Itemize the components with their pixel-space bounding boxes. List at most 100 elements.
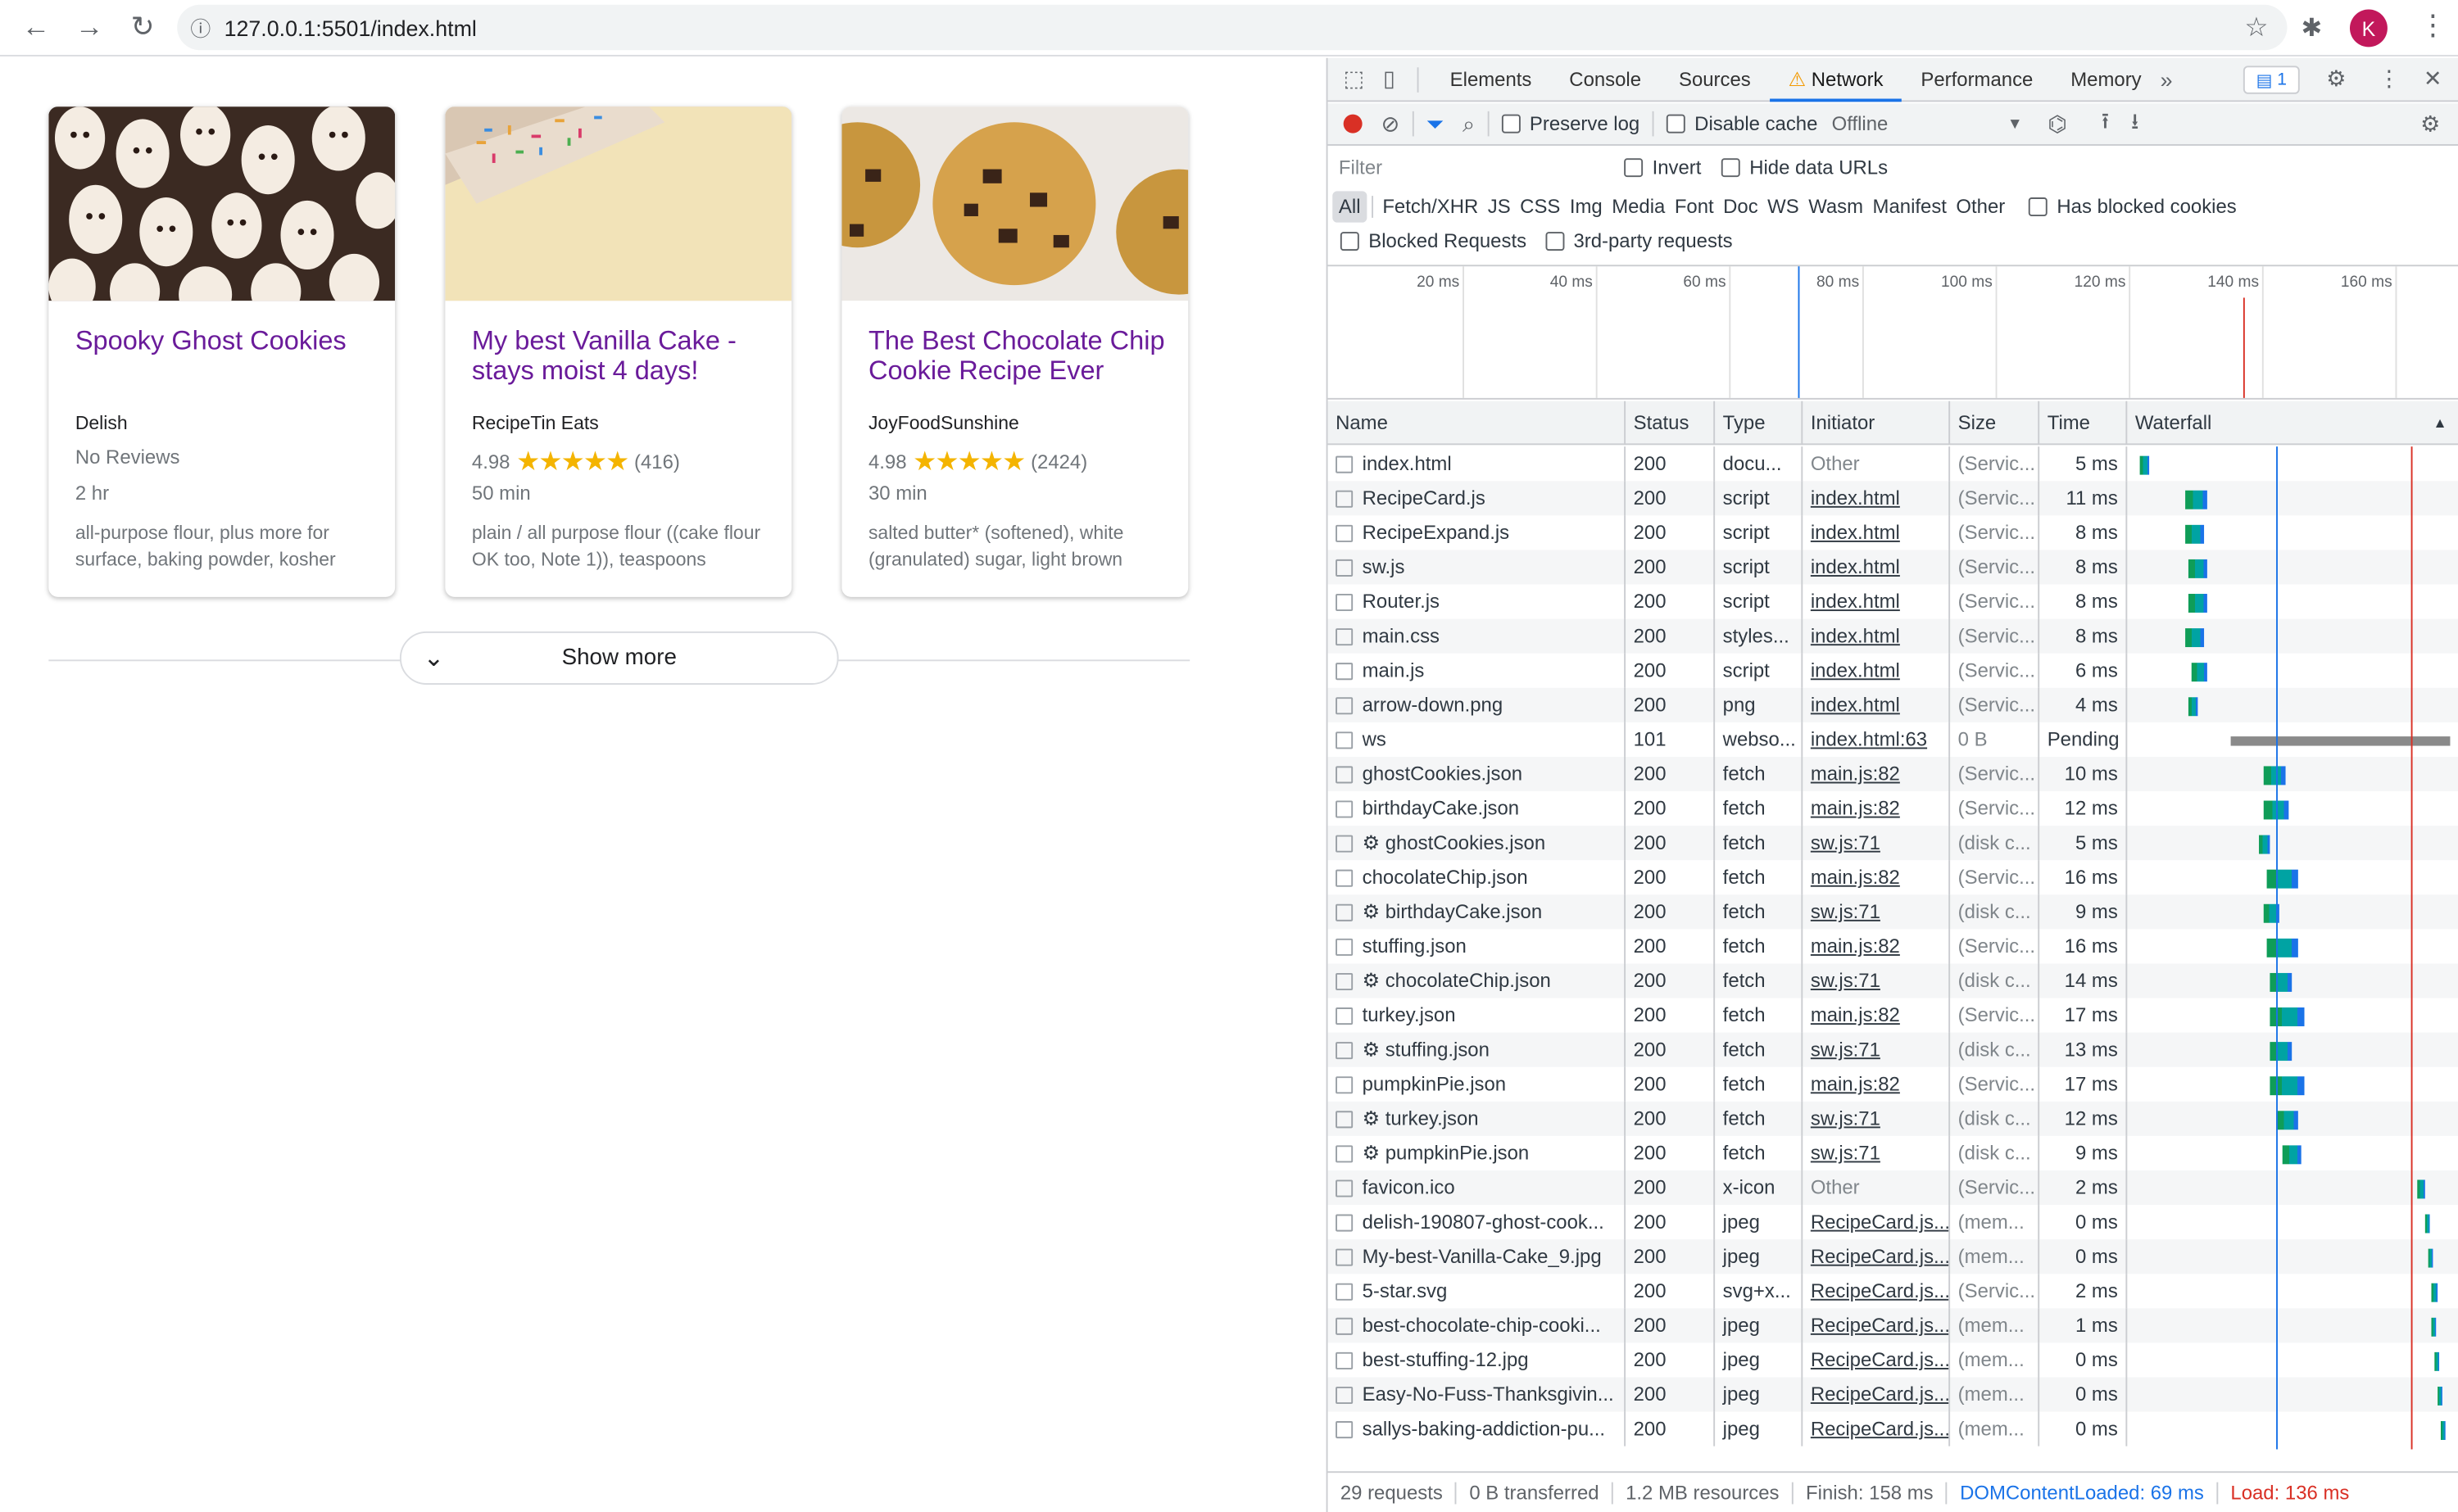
dropdown-arrow-icon[interactable]: ▼ (2007, 115, 2023, 133)
col-waterfall[interactable]: Waterfall ▲ (2127, 401, 2458, 446)
gear-icon[interactable]: ⚙ (2326, 66, 2346, 93)
clear-icon[interactable]: ⊘ (1381, 111, 1399, 138)
inspect-element-icon[interactable]: ⬚ (1344, 66, 1364, 93)
blocked-requests-checkbox[interactable] (1340, 232, 1359, 251)
card-title[interactable]: Spooky Ghost Cookies (75, 326, 381, 355)
network-request-row[interactable]: sallys-baking-addiction-pu... 200 jpeg Reci… (1328, 1411, 2458, 1446)
network-request-row[interactable]: arrow-down.png 200 png index.html (Servic...… (1327, 687, 2458, 722)
close-icon[interactable]: ✕ (2424, 66, 2442, 93)
recipe-card[interactable]: Spooky Ghost Cookies Delish No Reviews 2… (48, 106, 396, 597)
network-request-row[interactable]: main.js 200 script index.html (Servic... 6 ms (1328, 653, 2458, 688)
address-bar[interactable]: ⓘ 127.0.0.1:5501/index.html ☆ (177, 4, 2288, 51)
network-request-row[interactable]: index.html 200 docu... Other (Servic... 5 ms (1328, 446, 2458, 482)
network-request-row[interactable]: RecipeExpand.js 200 script index.html (Servi… (1328, 515, 2458, 550)
bookmark-star-icon[interactable]: ☆ (2244, 11, 2268, 43)
tab-network[interactable]: ⚠ Network (1769, 57, 1902, 102)
request-name-cell[interactable]: ⚙ birthdayCake.json (1328, 894, 1626, 930)
request-name-cell[interactable]: best-chocolate-chip-cooki... (1328, 1308, 1626, 1343)
request-name-cell[interactable]: sw.js (1328, 550, 1626, 585)
col-initiator[interactable]: Initiator (1803, 401, 1951, 446)
request-name-cell[interactable]: My-best-Vanilla-Cake_9.jpg (1328, 1239, 1626, 1274)
request-name-cell[interactable]: delish-190807-ghost-cook... (1328, 1205, 1626, 1240)
network-request-row[interactable]: ⚙ stuffing.json 200 fetch sw.js:71 (disk c..… (1327, 1032, 2458, 1067)
col-name[interactable]: Name (1328, 401, 1626, 446)
request-name-cell[interactable]: main.js (1328, 653, 1626, 688)
network-request-row[interactable]: 5-star.svg 200 svg+x... RecipeCard.js... (Se… (1328, 1274, 2458, 1309)
url-text[interactable]: 127.0.0.1:5501/index.html (224, 15, 477, 40)
overview-timeline[interactable]: 20 ms 40 ms 60 ms 80 ms 100 ms 120 ms 140 ms 16… (1327, 265, 2458, 400)
request-name-cell[interactable]: Easy-No-Fuss-Thanksgivin... (1328, 1377, 1626, 1412)
request-name-cell[interactable]: stuffing.json (1328, 929, 1626, 964)
network-request-row[interactable]: delish-190807-ghost-cook... 200 jpeg Recipe… (1328, 1205, 2458, 1240)
filter-fetch-xhr[interactable]: Fetch/XHR (1378, 191, 1483, 222)
network-request-row[interactable]: stuffing.json 200 fetch main.js:82 (Servic..… (1328, 929, 2458, 964)
network-request-row[interactable]: best-stuffing-12.jpg 200 jpeg RecipeCard.js… (1328, 1342, 2458, 1378)
request-name-cell[interactable]: ⚙ chocolateChip.json (1328, 963, 1626, 998)
network-request-row[interactable]: ⚙ ghostCookies.json 200 fetch sw.js:71 (disk… (1327, 826, 2458, 861)
network-request-row[interactable]: main.css 200 styles... index.html (Servic...… (1327, 618, 2458, 654)
request-name-cell[interactable]: RecipeExpand.js (1328, 515, 1626, 550)
request-name-cell[interactable]: 5-star.svg (1328, 1274, 1626, 1309)
request-name-cell[interactable]: ws (1328, 722, 1626, 757)
network-request-row[interactable]: ⚙ birthdayCake.json 200 fetch sw.js:71 (disk… (1327, 894, 2458, 930)
request-name-cell[interactable]: RecipeCard.js (1328, 481, 1626, 516)
filter-img[interactable]: Img (1565, 191, 1607, 222)
network-request-row[interactable]: birthdayCake.json 200 fetch main.js:82 (Serv… (1328, 791, 2458, 826)
request-name-cell[interactable]: pumpkinPie.json (1328, 1066, 1626, 1102)
filter-manifest[interactable]: Manifest (1868, 191, 1952, 222)
network-request-row[interactable]: turkey.json 200 fetch main.js:82 (Servic... 1… (1328, 998, 2458, 1033)
filter-wasm[interactable]: Wasm (1803, 191, 1867, 222)
more-tabs-icon[interactable]: » (2161, 66, 2173, 92)
disable-cache-checkbox[interactable] (1666, 114, 1685, 134)
col-time[interactable]: Time (2039, 401, 2128, 446)
network-request-row[interactable]: chocolateChip.json 200 fetch main.js:82 (Ser… (1328, 860, 2458, 895)
col-type[interactable]: Type (1715, 401, 1803, 446)
filter-icon[interactable]: ⏷ (1426, 111, 1444, 138)
filter-doc[interactable]: Doc (1718, 191, 1762, 222)
filter-ws[interactable]: WS (1762, 191, 1803, 222)
request-name-cell[interactable]: best-stuffing-12.jpg (1328, 1342, 1626, 1378)
request-name-cell[interactable]: turkey.json (1328, 998, 1626, 1033)
request-name-cell[interactable]: ⚙ stuffing.json (1328, 1032, 1626, 1067)
record-icon[interactable] (1343, 114, 1363, 134)
import-har-icon[interactable]: ⭱ (2102, 105, 2109, 143)
search-icon[interactable]: ⌕ (1463, 111, 1475, 138)
forward-icon[interactable]: → (63, 1, 116, 54)
card-title[interactable]: My best Vanilla Cake - stays moist 4 day… (472, 326, 778, 386)
network-request-row[interactable]: favicon.ico 200 x-icon Other (Servic... 2 ms (1327, 1170, 2458, 1206)
network-request-row[interactable]: best-chocolate-chip-cooki... 200 jpeg Recip… (1327, 1308, 2458, 1343)
issues-badge[interactable]: ▤ 1 (2243, 66, 2300, 94)
has-blocked-cookies-checkbox[interactable] (2028, 197, 2048, 216)
network-request-row[interactable]: pumpkinPie.json 200 fetch main.js:82 (Servic… (1328, 1066, 2458, 1102)
network-request-row[interactable]: ⚙ chocolateChip.json 200 fetch sw.js:71 (dis… (1327, 963, 2458, 998)
request-name-cell[interactable]: sallys-baking-addiction-pu... (1328, 1411, 1626, 1446)
filter-css[interactable]: CSS (1515, 191, 1565, 222)
filter-all[interactable]: All (1332, 191, 1367, 223)
network-request-row[interactable]: Router.js 200 script index.html (Servic... 8 … (1328, 584, 2458, 619)
filter-js[interactable]: JS (1483, 191, 1515, 222)
show-more-button[interactable]: ⌄ Show more (399, 631, 839, 685)
preserve-log-checkbox[interactable] (1501, 114, 1521, 134)
invert-checkbox[interactable] (1624, 158, 1644, 178)
third-party-checkbox[interactable] (1545, 232, 1564, 251)
device-toolbar-icon[interactable]: ▯ (1383, 66, 1395, 93)
filter-other[interactable]: Other (1952, 191, 2010, 222)
card-title[interactable]: The Best Chocolate Chip Cookie Recipe Ev… (868, 326, 1174, 386)
filter-font[interactable]: Font (1670, 191, 1718, 222)
avatar[interactable]: K (2349, 9, 2388, 48)
tab-performance[interactable]: Performance (1902, 57, 2052, 102)
col-status[interactable]: Status (1626, 401, 1716, 446)
extensions-icon[interactable]: ✱ (2302, 12, 2323, 43)
col-size[interactable]: Size (1950, 401, 2040, 446)
filter-media[interactable]: Media (1607, 191, 1670, 222)
devtools-menu-icon[interactable]: ⋮ (2378, 66, 2400, 93)
hide-data-urls-checkbox[interactable] (1721, 158, 1740, 178)
network-request-row[interactable]: Easy-No-Fuss-Thanksgivin... 200 jpeg Recipe… (1327, 1377, 2458, 1412)
request-name-cell[interactable]: chocolateChip.json (1328, 860, 1626, 895)
recipe-card[interactable]: The Best Chocolate Chip Cookie Recipe Ev… (841, 106, 1189, 597)
filter-input[interactable]: Filter (1332, 153, 1602, 183)
back-icon[interactable]: ← (9, 1, 62, 54)
request-name-cell[interactable]: index.html (1328, 446, 1626, 482)
site-info-icon[interactable]: ⓘ (177, 12, 224, 42)
request-name-cell[interactable]: favicon.ico (1328, 1170, 1626, 1206)
